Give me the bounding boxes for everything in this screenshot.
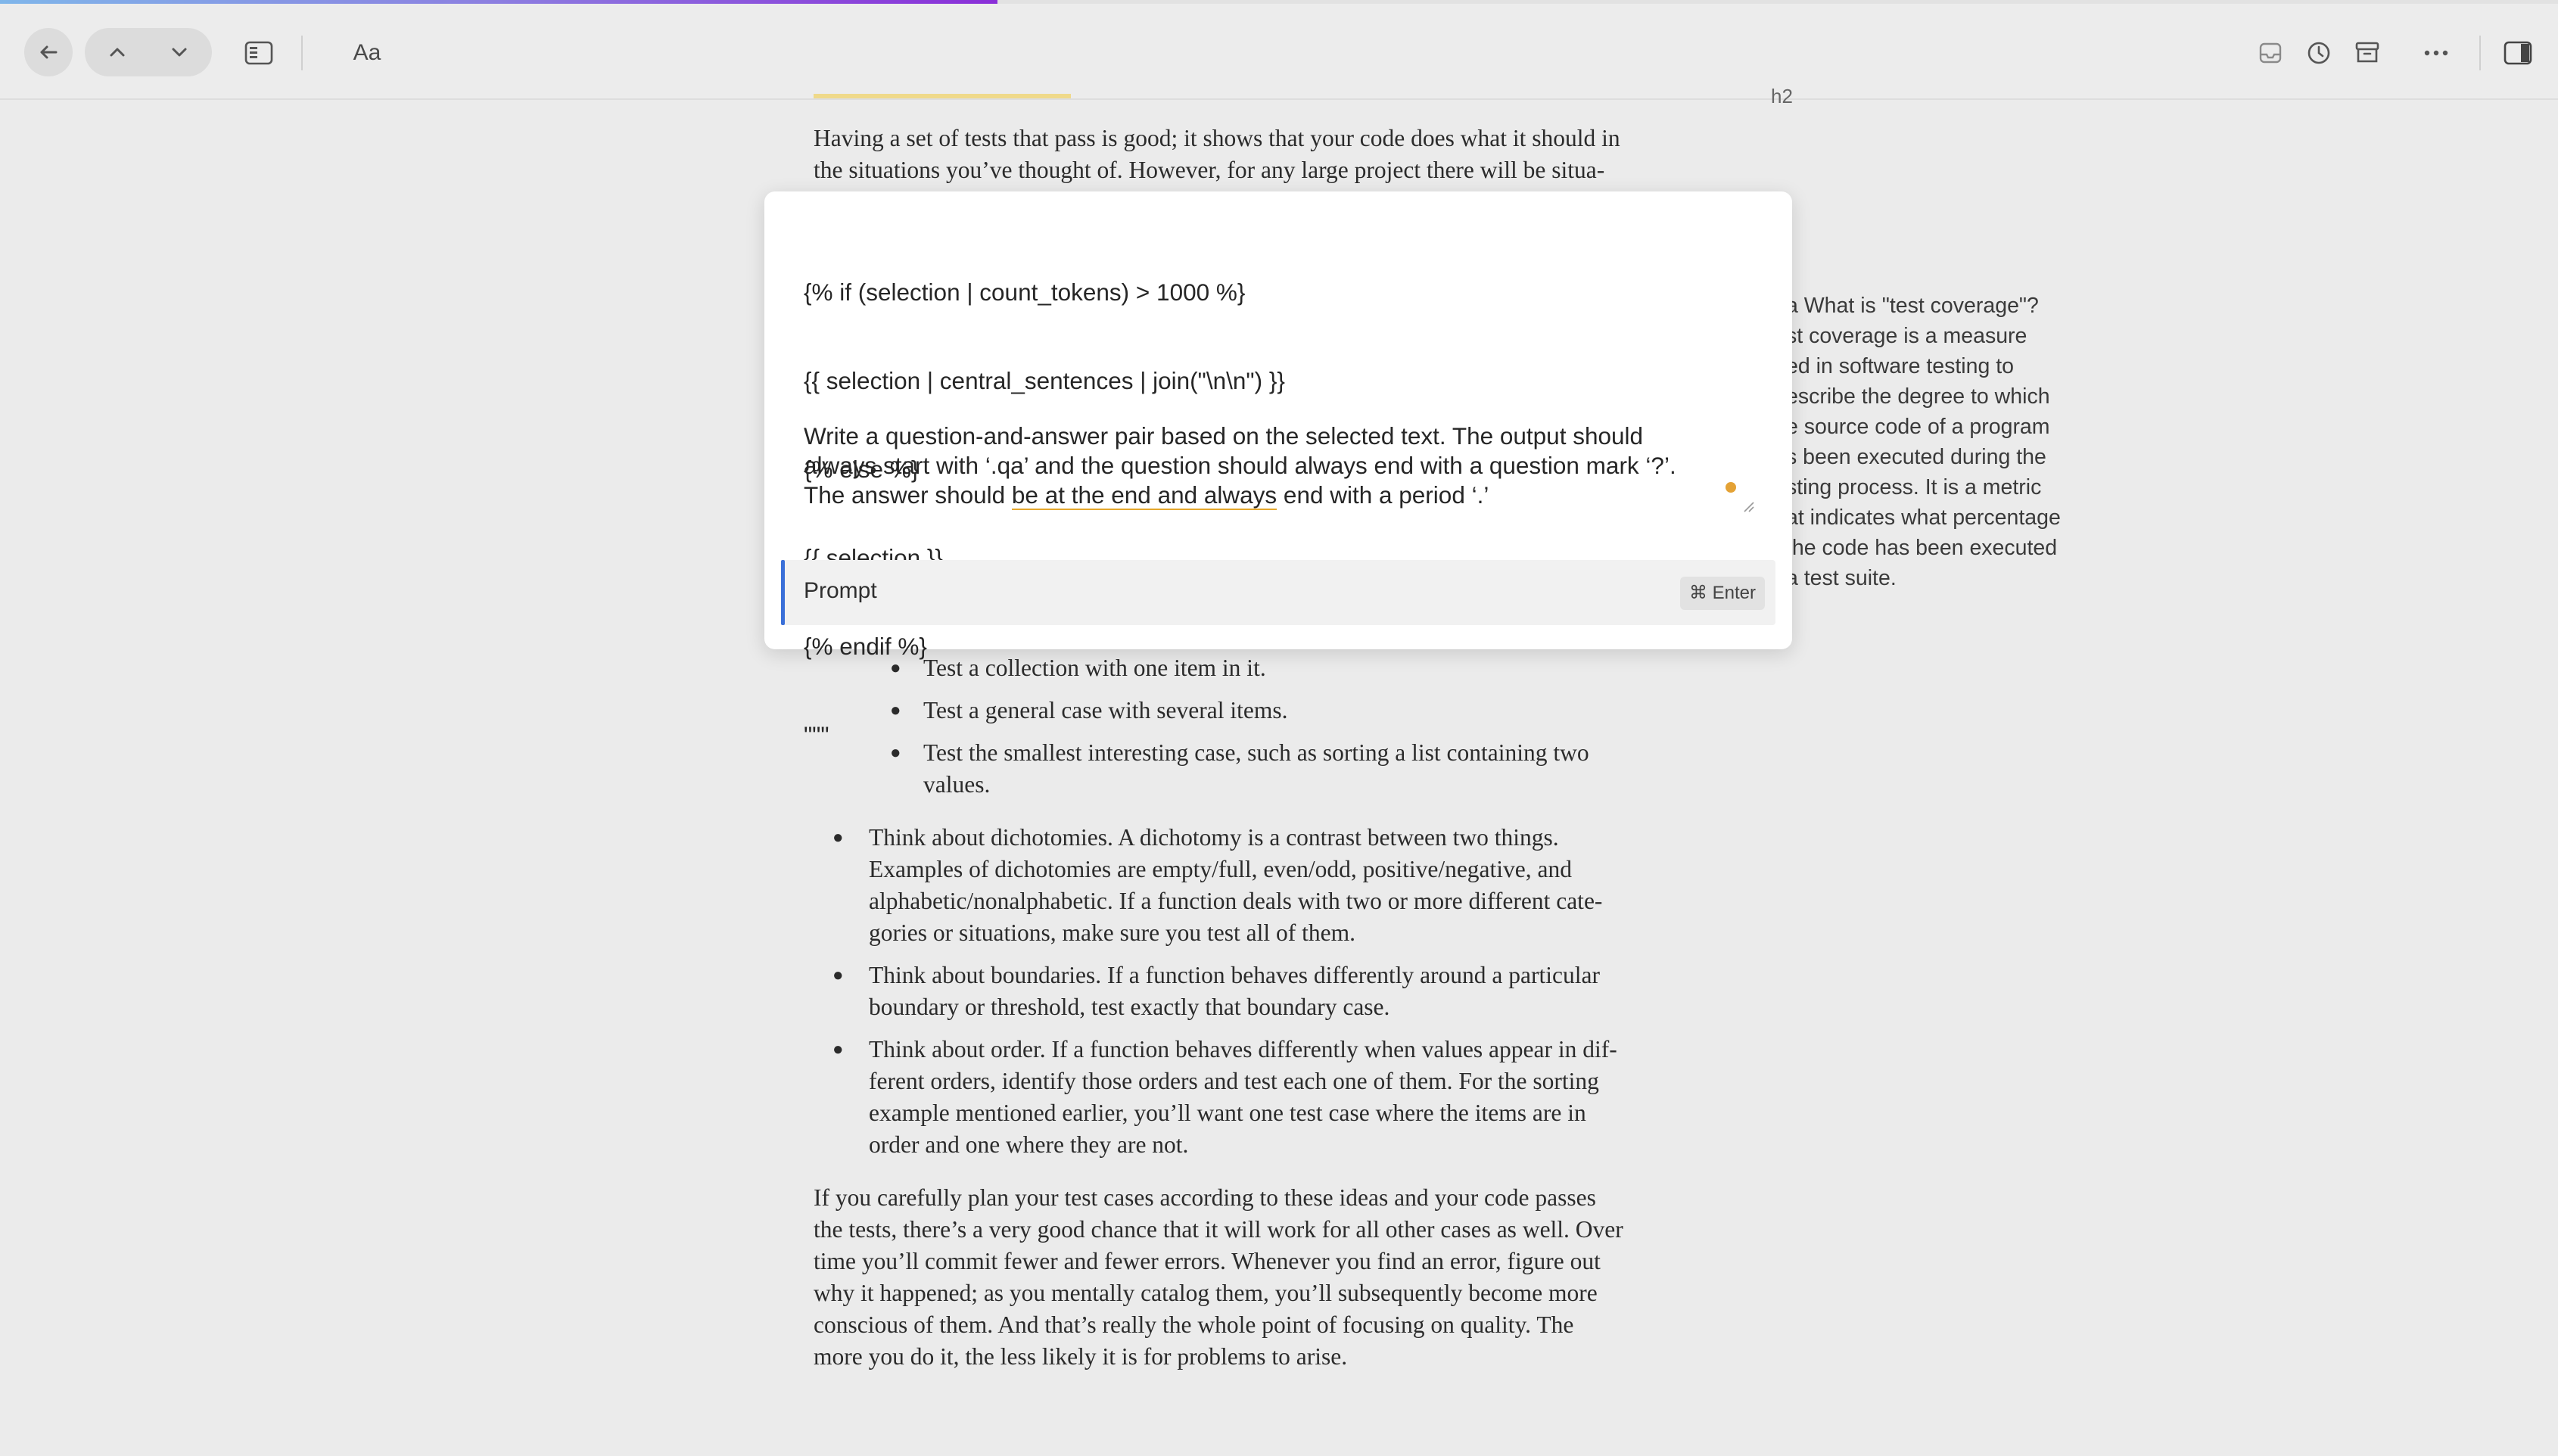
next-item-button[interactable] — [153, 28, 206, 76]
toggle-right-panel-button[interactable] — [2500, 34, 2535, 72]
note-line: sting process. It is a metric — [1786, 475, 2042, 499]
text-line: example mentioned earlier, you’ll want o… — [869, 1100, 1586, 1126]
margin-note[interactable]: a What is "test coverage"? st coverage i… — [1786, 291, 2089, 593]
prompt-dialog: {% if (selection | count_tokens) > 1000 … — [764, 191, 1792, 748]
text-line: time you’ll commit fewer and fewer error… — [814, 1248, 1601, 1274]
note-line: a test suite. — [1786, 566, 1897, 590]
note-line: st coverage is a measure — [1786, 324, 2027, 348]
grammar-underlined-text[interactable]: be at the end and always — [1011, 481, 1277, 510]
toggle-left-sidebar-button[interactable] — [235, 34, 283, 72]
more-options-button[interactable] — [2419, 34, 2454, 72]
text-line: Having a set of tests that pass is good;… — [814, 125, 1620, 151]
run-shortcut-badge[interactable]: ⌘ Enter — [1679, 577, 1765, 610]
text-line: more you do it, the less likely it is fo… — [814, 1343, 1348, 1370]
sidebar-left-icon — [244, 41, 273, 65]
previous-item-button[interactable] — [91, 28, 144, 76]
template-line: {% endif %} — [804, 633, 927, 660]
text-style-button[interactable]: Aa — [341, 34, 394, 72]
list-item: ● Think about order. If a function behav… — [832, 1034, 1747, 1161]
note-line: escribe the degree to which — [1786, 384, 2050, 409]
prompt-instruction-text[interactable]: Write a question-and-answer pair based o… — [804, 422, 1759, 510]
highlight-fragment — [814, 94, 1071, 98]
instruction-text: end with a period ‘.’ — [1277, 481, 1489, 509]
text-line: Think about order. If a function behaves… — [869, 1036, 1617, 1062]
sidebar-right-icon — [2504, 41, 2532, 65]
note-line: e source code of a program — [1786, 415, 2050, 439]
inbox-button[interactable] — [2255, 34, 2286, 72]
prompt-label: Prompt — [804, 578, 877, 603]
chevron-up-icon — [110, 48, 125, 57]
note-line: s been executed during the — [1786, 445, 2046, 469]
note-line: a What is "test coverage"? — [1786, 294, 2039, 318]
instruction-line: always start with ‘.qa’ and the question… — [804, 452, 1676, 479]
text-line: why it happened; as you mentally catalog… — [814, 1280, 1598, 1306]
instruction-line: Write a question-and-answer pair based o… — [804, 422, 1644, 450]
back-button[interactable] — [24, 28, 73, 76]
bullet-dot: ● — [832, 828, 844, 848]
focus-accent-bar — [781, 560, 785, 625]
more-horizontal-icon — [2424, 50, 2448, 56]
instruction-line: The answer should be at the end and alwa… — [804, 481, 1759, 510]
template-line: """ — [804, 721, 829, 748]
intro-paragraph: Having a set of tests that pass is good;… — [814, 123, 1752, 186]
list-item: ● Think about boundaries. If a function … — [832, 960, 1747, 1023]
text-line: the situations you’ve thought of. Howeve… — [814, 157, 1605, 183]
list-item: ● Think about dichotomies. A dichotomy i… — [832, 822, 1747, 949]
resize-handle-icon[interactable] — [1742, 500, 1754, 512]
text-line: ferent orders, identify those orders and… — [869, 1068, 1599, 1094]
heading-marker: h2 — [1771, 85, 1793, 107]
toolbar-divider — [301, 36, 303, 70]
grammar-status-dot[interactable] — [1726, 482, 1736, 493]
bullet-dot: ● — [832, 1040, 844, 1059]
chevron-down-icon — [172, 48, 187, 57]
top-toolbar: Aa — [0, 4, 2558, 100]
bullet-dot: ● — [832, 966, 844, 985]
text-line: Think about boundaries. If a function be… — [869, 962, 1600, 988]
history-button[interactable] — [2304, 34, 2334, 72]
inbox-icon — [2259, 42, 2282, 64]
clock-icon — [2307, 42, 2330, 64]
note-line: the code has been executed — [1786, 536, 2058, 560]
arrow-left-icon — [40, 45, 58, 59]
note-line: at indicates what percentage — [1786, 506, 2061, 530]
prompt-run-bar[interactable]: Prompt ⌘ Enter — [781, 560, 1775, 625]
template-line: {% if (selection | count_tokens) > 1000 … — [804, 278, 1246, 306]
text-line: conscious of them. And that’s really the… — [814, 1311, 1574, 1338]
text-line: Examples of dichotomies are empty/full, … — [869, 856, 1573, 882]
text-line: alphabetic/nonalphabetic. If a function … — [869, 888, 1603, 914]
text-line: gories or situations, make sure you test… — [869, 919, 1355, 946]
text-line: Think about dichotomies. A dichotomy is … — [869, 824, 1559, 851]
archive-button[interactable] — [2352, 34, 2382, 72]
text-line: the tests, there’s a very good chance th… — [814, 1216, 1623, 1243]
text-line: boundary or threshold, test exactly that… — [869, 994, 1390, 1020]
template-line: {{ selection | central_sentences | join(… — [804, 367, 1285, 394]
text-line: order and one where they are not. — [869, 1131, 1189, 1158]
archive-icon — [2355, 42, 2379, 63]
closing-paragraph: If you carefully plan your test cases ac… — [814, 1182, 1767, 1373]
text-line: If you carefully plan your test cases ac… — [814, 1184, 1596, 1211]
instruction-text: The answer should — [804, 481, 1012, 509]
toolbar-divider-right — [2479, 36, 2481, 70]
note-line: ed in software testing to — [1786, 354, 2015, 378]
